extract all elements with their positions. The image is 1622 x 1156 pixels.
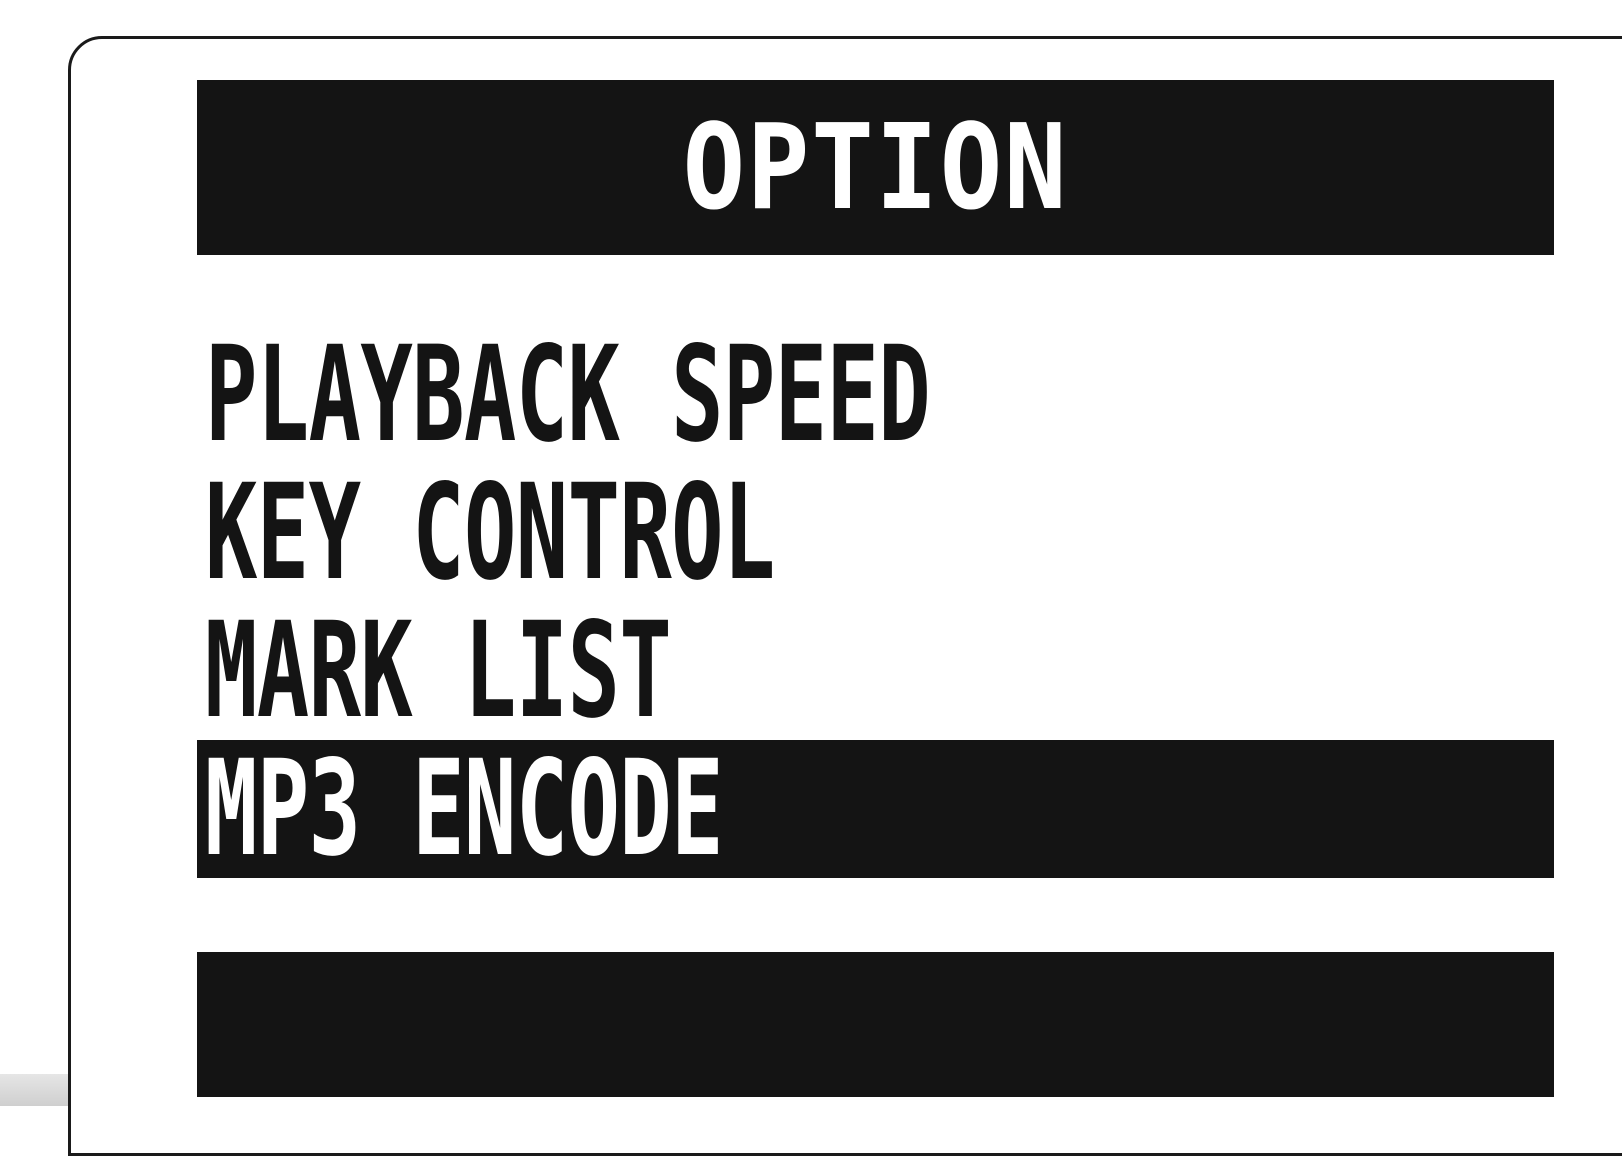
menu-item-label: PLAYBACK SPEED (205, 318, 931, 472)
menu-item-key-control[interactable]: KEY CONTROL (197, 464, 1554, 602)
status-bar (197, 952, 1554, 1097)
title-bar: OPTION (197, 80, 1554, 255)
menu-item-mp3-encode[interactable]: MP3 ENCODE (197, 740, 1554, 878)
menu-item-mark-list[interactable]: MARK LIST (197, 602, 1554, 740)
screen-title: OPTION (682, 98, 1069, 236)
menu-item-label: MP3 ENCODE (205, 732, 724, 886)
menu-item-playback-speed[interactable]: PLAYBACK SPEED (197, 326, 1554, 464)
menu-item-label: KEY CONTROL (205, 456, 775, 610)
option-menu: PLAYBACK SPEED KEY CONTROL MARK LIST MP3… (197, 326, 1554, 878)
menu-item-label: MARK LIST (205, 594, 672, 748)
